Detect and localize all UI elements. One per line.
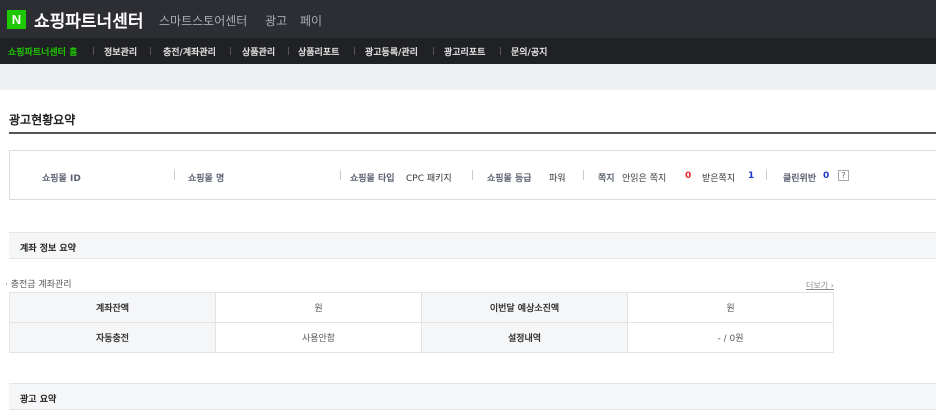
subnav-divider bbox=[230, 47, 231, 55]
account-balance-value: 원 bbox=[215, 292, 422, 323]
received-memo-label: 받은쪽지 bbox=[702, 174, 736, 184]
subnav-divider bbox=[150, 47, 151, 55]
subnav-item-product-report[interactable]: 상품리포트 bbox=[298, 45, 339, 58]
topnav-smartstore[interactable]: 스마트스토어센터 bbox=[159, 12, 247, 29]
mall-type-value: CPC 패키지 bbox=[406, 174, 452, 184]
grey-band bbox=[0, 64, 936, 90]
subnav-divider bbox=[433, 47, 434, 55]
mall-summary-box: 쇼핑몰 ID 쇼핑몰 명 쇼핑몰 타입 CPC 패키지 쇼핑몰 등급 파워 쪽지… bbox=[9, 150, 936, 200]
clean-violation-count[interactable]: 0 bbox=[823, 171, 829, 181]
field-divider bbox=[766, 170, 767, 180]
mall-name-label: 쇼핑몰 명 bbox=[188, 174, 225, 184]
subnav-divider bbox=[93, 47, 94, 55]
monthly-expected-label: 이번달 예상소진액 bbox=[421, 292, 628, 323]
subnav-item-notice[interactable]: 문의/공지 bbox=[511, 45, 547, 58]
page-title: 광고현황요약 bbox=[9, 113, 76, 127]
subnav-item-ad-report[interactable]: 광고리포트 bbox=[444, 45, 485, 58]
title-divider bbox=[9, 132, 936, 134]
account-section-title: 계좌 정보 요약 bbox=[20, 244, 76, 254]
subnav-item-info[interactable]: 정보관리 bbox=[104, 45, 137, 58]
mall-grade-value: 파워 bbox=[549, 174, 566, 184]
subnav-divider bbox=[500, 47, 501, 55]
topnav-ads[interactable]: 광고 bbox=[265, 12, 287, 29]
table-row: 자동충전 사용안함 설정내역 - / 0원 bbox=[9, 322, 834, 353]
account-subtitle: · 충전금 계좌관리 bbox=[5, 280, 72, 290]
subnav-item-product[interactable]: 상품관리 bbox=[242, 45, 275, 58]
help-icon[interactable]: ? bbox=[838, 170, 849, 181]
unread-memo-label: 안읽은 쪽지 bbox=[622, 174, 667, 184]
unread-memo-count[interactable]: 0 bbox=[685, 171, 691, 181]
subnav-divider bbox=[354, 47, 355, 55]
received-memo-count[interactable]: 1 bbox=[748, 171, 754, 181]
monthly-expected-value: 원 bbox=[627, 292, 834, 323]
more-link[interactable]: 더보기 › bbox=[806, 280, 834, 291]
field-divider bbox=[174, 170, 175, 180]
top-header: N 쇼핑파트너센터 스마트스토어센터 광고 페이 bbox=[0, 0, 936, 38]
auto-charge-label: 자동충전 bbox=[9, 322, 216, 353]
settings-value: - / 0원 bbox=[627, 322, 834, 353]
memo-label: 쪽지 bbox=[598, 174, 615, 184]
field-divider bbox=[472, 170, 473, 180]
subnav-item-ad-manage[interactable]: 광고등록/관리 bbox=[365, 45, 418, 58]
sub-navigation: 쇼핑파트너센터 홈 정보관리 충전/계좌관리 상품관리 상품리포트 광고등록/관… bbox=[0, 38, 936, 64]
field-divider bbox=[583, 170, 584, 180]
naver-logo-icon[interactable]: N bbox=[7, 10, 26, 29]
mall-grade-label: 쇼핑몰 등급 bbox=[487, 174, 532, 184]
settings-label: 설정내역 bbox=[421, 322, 628, 353]
mall-type-label: 쇼핑몰 타입 bbox=[350, 174, 395, 184]
ad-section-header: 광고 요약 bbox=[9, 383, 936, 410]
subnav-item-home[interactable]: 쇼핑파트너센터 홈 bbox=[8, 45, 77, 58]
account-balance-label: 계좌잔액 bbox=[9, 292, 216, 323]
account-section-header: 계좌 정보 요약 bbox=[9, 232, 936, 259]
topnav-pay[interactable]: 페이 bbox=[300, 12, 322, 29]
clean-violation-label: 클린위반 bbox=[783, 174, 817, 184]
subnav-divider bbox=[288, 47, 289, 55]
brand-title[interactable]: 쇼핑파트너센터 bbox=[34, 7, 143, 32]
mall-id-label: 쇼핑몰 ID bbox=[42, 174, 81, 184]
subnav-item-charge[interactable]: 충전/계좌관리 bbox=[163, 45, 216, 58]
field-divider bbox=[340, 170, 341, 180]
table-row: 계좌잔액 원 이번달 예상소진액 원 bbox=[9, 292, 834, 323]
ad-section-title: 광고 요약 bbox=[20, 395, 57, 405]
auto-charge-value: 사용안함 bbox=[215, 322, 422, 353]
account-summary-table: 계좌잔액 원 이번달 예상소진액 원 자동충전 사용안함 설정내역 - / 0원 bbox=[9, 292, 834, 353]
